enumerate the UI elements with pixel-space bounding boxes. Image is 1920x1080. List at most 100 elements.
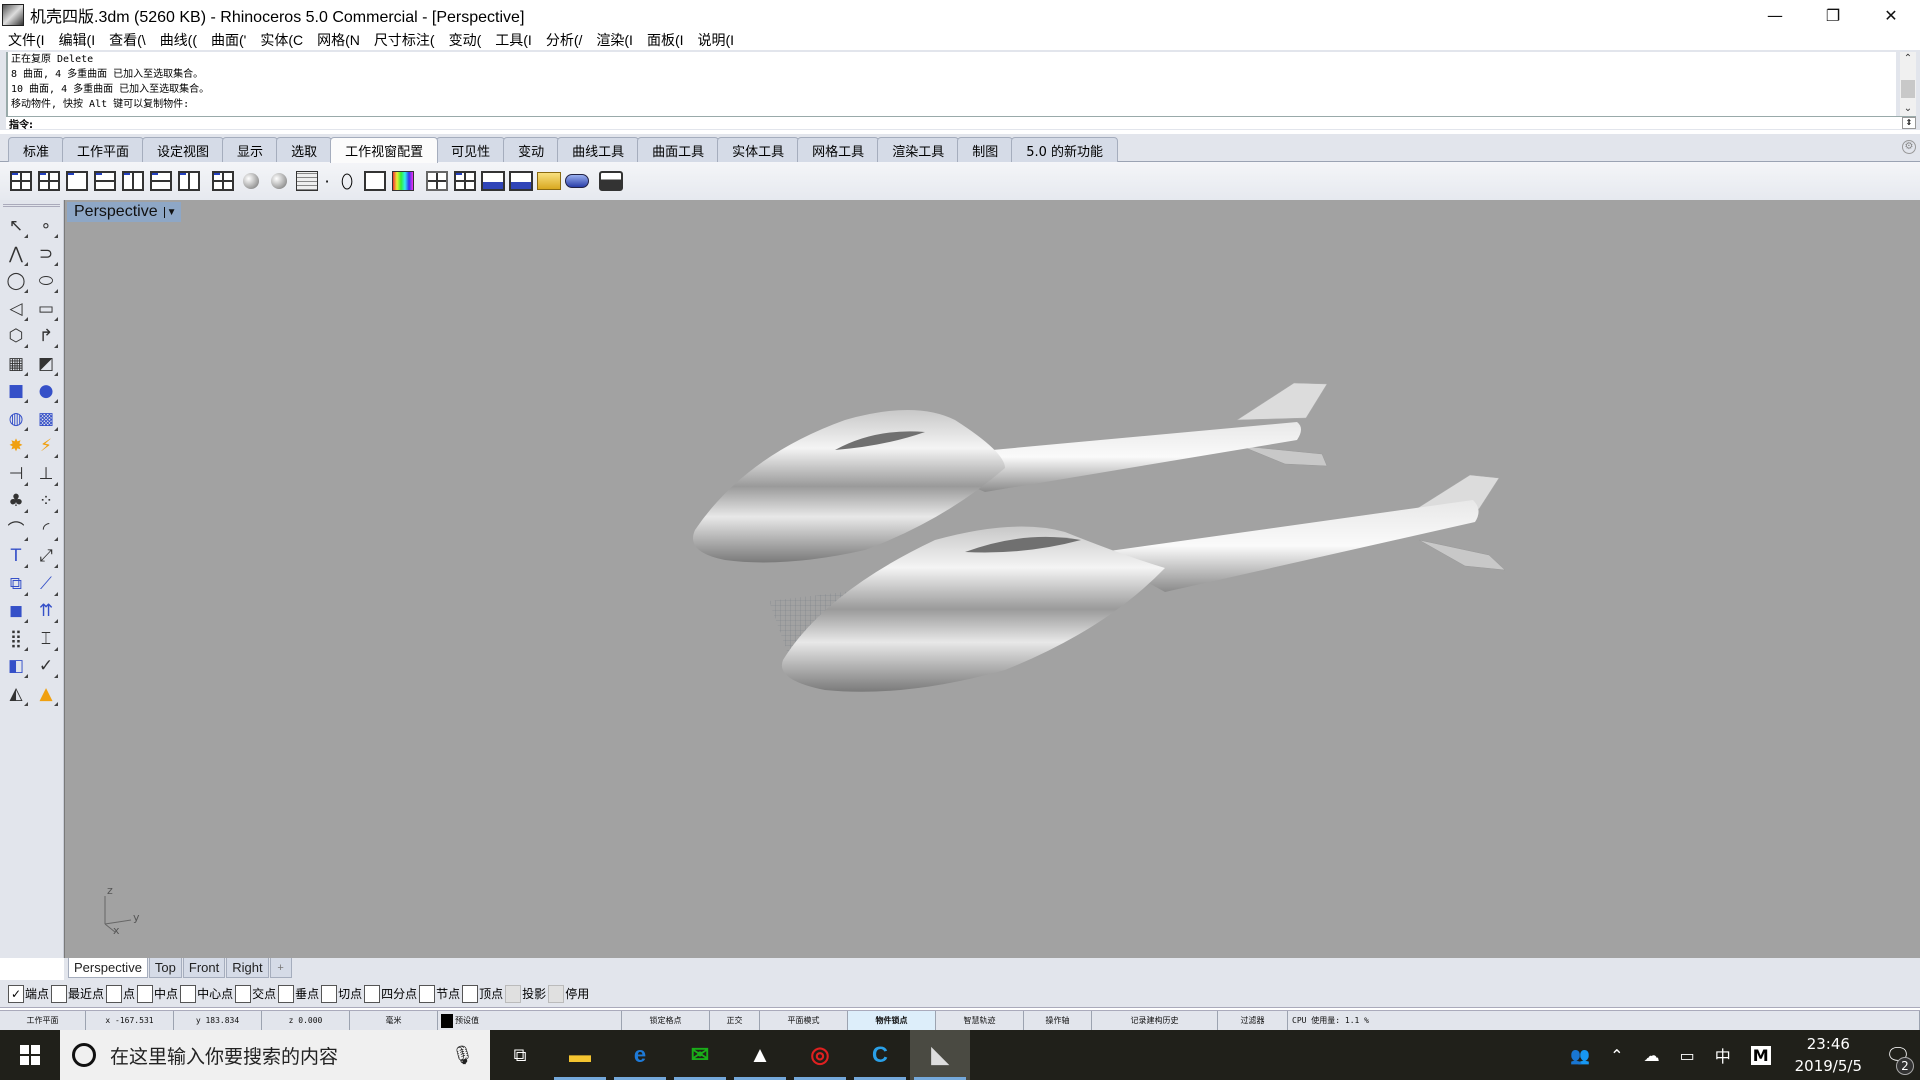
toolbar-tab[interactable]: 工作平面 <box>62 137 145 162</box>
split-horizontal-icon[interactable] <box>148 168 174 194</box>
osnap-checkbox[interactable] <box>364 984 381 1003</box>
filter-button[interactable]: 过滤器 <box>1218 1010 1288 1031</box>
osnap-checkbox[interactable] <box>505 984 522 1003</box>
menu-item[interactable]: 文件(I <box>0 30 51 50</box>
smarttrack-toggle[interactable]: 智慧轨迹 <box>936 1010 1024 1031</box>
record-history-toggle[interactable]: 记录建构历史 <box>1092 1010 1218 1031</box>
osnap-checkbox[interactable] <box>548 984 565 1003</box>
polyline-icon[interactable]: ⋀ <box>3 241 29 267</box>
people-icon[interactable]: 👥 <box>1570 1046 1590 1065</box>
mesh-surface-icon[interactable]: ▩ <box>33 406 59 432</box>
toolbar-tab[interactable]: 显示 <box>222 137 279 162</box>
osnap-option[interactable]: 中点 <box>137 984 178 1003</box>
trim-icon[interactable]: ⚡ <box>33 433 59 459</box>
menu-item[interactable]: 网格(N <box>309 30 366 50</box>
single-viewport-icon[interactable] <box>64 168 90 194</box>
color-dots-icon[interactable]: ⁘ <box>33 488 59 514</box>
menu-item[interactable]: 工具(I <box>487 30 538 50</box>
osnap-option[interactable]: 节点 <box>419 984 460 1003</box>
osnap-option[interactable]: 点 <box>106 984 135 1003</box>
start-button[interactable] <box>0 1030 60 1080</box>
viewport-tab[interactable]: Top <box>148 958 182 978</box>
osnap-checkbox[interactable] <box>51 984 68 1003</box>
camera-icon[interactable] <box>564 168 590 194</box>
menu-item[interactable]: 曲线(( <box>152 30 203 50</box>
text-icon[interactable]: T <box>3 543 29 569</box>
toolbar-tab[interactable]: 设定视图 <box>142 137 225 162</box>
gumball-toggle[interactable]: 操作轴 <box>1024 1010 1092 1031</box>
menu-item[interactable]: 查看(\ <box>101 30 152 50</box>
split-icon[interactable]: ⊣ <box>3 461 29 487</box>
four-viewports-icon[interactable] <box>452 168 478 194</box>
history-scrollbar[interactable]: ⌃ ⌄ <box>1900 52 1916 116</box>
cylinder-icon[interactable]: ◍ <box>3 406 29 432</box>
show-hidden-icons-chevron-icon[interactable]: ⌃ <box>1610 1046 1623 1065</box>
scale-icon[interactable]: ⤢ <box>33 543 59 569</box>
osnap-checkbox[interactable] <box>321 984 338 1003</box>
toolbar-tab[interactable]: 5.0 的新功能 <box>1011 137 1119 162</box>
render-material-icon[interactable]: ♣ <box>3 488 29 514</box>
task-view-button[interactable]: ⧉ <box>490 1030 550 1080</box>
taskbar-app-c-app[interactable]: C <box>850 1030 910 1080</box>
sphere-view-icon[interactable] <box>238 168 264 194</box>
scroll-thumb[interactable] <box>1901 80 1915 98</box>
viewport-layout-3-icon[interactable] <box>8 168 34 194</box>
menu-item[interactable]: 分析(/ <box>538 30 589 50</box>
select-icon[interactable]: ↖ <box>3 213 29 239</box>
battery-icon[interactable]: ▭ <box>1680 1046 1695 1065</box>
surface-points-icon[interactable]: ▦ <box>3 351 29 377</box>
planar-toggle[interactable]: 平面模式 <box>760 1010 848 1031</box>
viewport-tab[interactable]: Right <box>226 958 269 978</box>
toolbar-tab[interactable]: 曲线工具 <box>557 137 640 162</box>
box-icon[interactable]: ■ <box>3 378 29 404</box>
action-center-button[interactable]: 🗨 2 <box>1876 1043 1920 1075</box>
osnap-checkbox[interactable] <box>180 984 197 1003</box>
microphone-icon[interactable]: 🎙 <box>451 1045 474 1066</box>
fillet-icon[interactable]: ⌒ <box>3 516 29 542</box>
grid-icon[interactable] <box>294 168 320 194</box>
circle-icon[interactable]: ◯ <box>3 268 29 294</box>
ellipse-icon[interactable]: ⬭ <box>33 268 59 294</box>
taskbar-app-edge[interactable]: e <box>610 1030 670 1080</box>
portrait-icon[interactable] <box>362 168 388 194</box>
osnap-checkbox[interactable] <box>137 984 154 1003</box>
taskbar-app-wechat[interactable]: ✉ <box>670 1030 730 1080</box>
osnap-option[interactable]: 切点 <box>321 984 362 1003</box>
close-button[interactable]: ✕ <box>1862 0 1920 30</box>
toolbar-tab[interactable]: 变动 <box>503 137 560 162</box>
array-icon[interactable]: ⣿ <box>3 626 29 652</box>
viewport-title[interactable]: Perspective ▼ <box>67 202 181 222</box>
toolbar-tab[interactable]: 工作视窗配置 <box>330 137 439 163</box>
menu-item[interactable]: 渲染(I <box>588 30 639 50</box>
osnap-checkbox[interactable] <box>462 984 479 1003</box>
viewport-center-icon[interactable] <box>92 168 118 194</box>
water-plane-icon[interactable] <box>508 168 534 194</box>
split-vertical-icon[interactable] <box>176 168 202 194</box>
status-cplane[interactable]: 工作平面 <box>0 1010 86 1031</box>
cortana-icon[interactable] <box>72 1043 96 1067</box>
osnap-option[interactable]: 四分点 <box>364 984 417 1003</box>
viewport-properties-icon[interactable] <box>120 168 146 194</box>
toolbar-tab[interactable]: 曲面工具 <box>637 137 720 162</box>
offset-curve-icon[interactable]: ◜ <box>33 516 59 542</box>
osnap-checkbox[interactable] <box>419 984 436 1003</box>
curve-icon[interactable]: ⊃ <box>33 241 59 267</box>
taskbar-app-netease-music[interactable]: ◎ <box>790 1030 850 1080</box>
osnap-option[interactable]: 停用 <box>548 984 589 1003</box>
toolbar-tab[interactable]: 制图 <box>957 137 1014 162</box>
render-icon[interactable]: ▲ <box>33 681 59 707</box>
menu-item[interactable]: 变动( <box>441 30 488 50</box>
toolbar-tab[interactable]: 标准 <box>8 137 65 162</box>
osnap-option[interactable]: ✓ 端点 <box>8 984 49 1003</box>
osnap-option[interactable]: 垂点 <box>278 984 319 1003</box>
status-layer[interactable]: 预设值 <box>438 1010 622 1031</box>
restore-button[interactable]: ❐ <box>1804 0 1862 30</box>
polygon-icon[interactable]: ⬡ <box>3 323 29 349</box>
perspective-viewport[interactable]: Perspective ▼ z y x <box>64 200 1920 958</box>
viewport-width-icon[interactable] <box>480 168 506 194</box>
rectangle-icon[interactable]: ▭ <box>33 296 59 322</box>
print-icon[interactable] <box>598 168 624 194</box>
menu-item[interactable]: 面板(I <box>639 30 690 50</box>
scroll-down-icon[interactable]: ⌄ <box>1900 102 1916 116</box>
analyze-icon[interactable]: ◧ <box>3 653 29 679</box>
